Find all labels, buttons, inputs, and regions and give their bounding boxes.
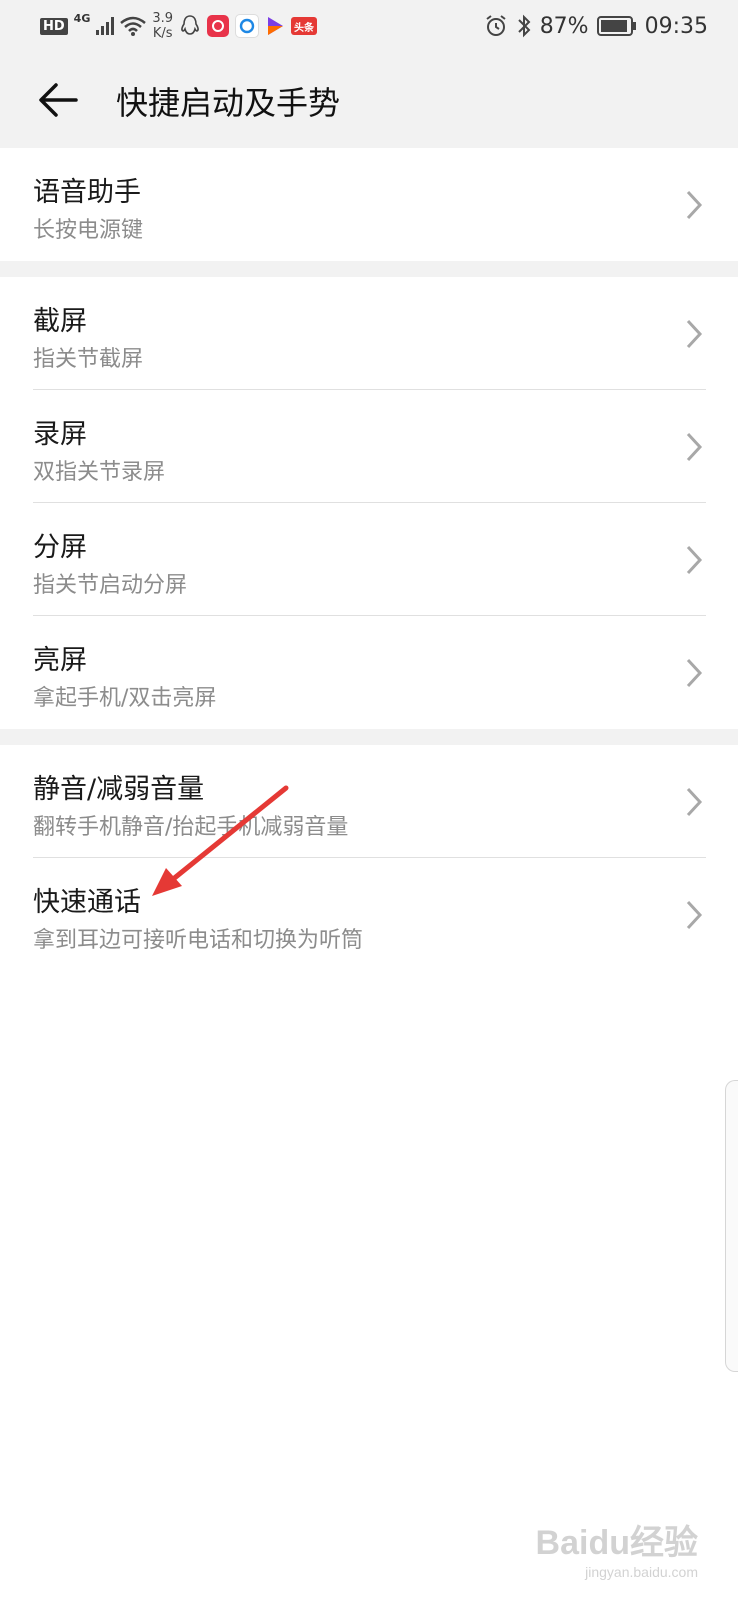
alarm-icon [486,15,506,36]
arrow-left-icon [39,83,78,117]
browser-icon [235,14,260,38]
clock: 09:35 [644,13,708,39]
item-title: 快速通话 [33,887,141,918]
app-header: 快捷启动及手势 [0,52,738,148]
hd-badge: HD [40,17,68,35]
chevron-right-icon [686,658,703,688]
watermark-brand: Baidu经验 [535,1524,698,1562]
item-title: 静音/减弱音量 [33,774,205,805]
setting-item-split-screen[interactable]: 分屏 指关节启动分屏 [0,503,738,616]
speed-unit: K/s [152,26,173,41]
back-button[interactable] [30,72,86,128]
app-icon [207,15,230,37]
setting-item-screenshot[interactable]: 截屏 指关节截屏 [0,277,738,390]
section-gap [0,261,738,277]
network-type: 4G [73,11,91,25]
setting-item-mute-volume[interactable]: 静音/减弱音量 翻转手机静音/抬起手机减弱音量 [0,745,738,858]
item-subtitle: 指关节启动分屏 [33,573,188,598]
chevron-right-icon [686,190,703,220]
settings-section-screen: 截屏 指关节截屏 录屏 双指关节录屏 分屏 指关节启动分屏 亮屏 拿起手机/双击… [0,277,738,729]
speed-value: 3.9 [152,11,174,26]
item-subtitle: 双指关节录屏 [33,460,166,485]
item-subtitle: 翻转手机静音/抬起手机减弱音量 [33,815,349,840]
toutiao-icon: 头条 [291,17,318,35]
item-subtitle: 长按电源键 [33,218,144,243]
settings-section-voice: 语音助手 长按电源键 [0,148,738,261]
page-title: 快捷启动及手势 [116,84,341,122]
section-gap [0,729,738,745]
setting-item-screen-record[interactable]: 录屏 双指关节录屏 [0,390,738,503]
setting-item-wake-screen[interactable]: 亮屏 拿起手机/双击亮屏 [0,616,738,729]
chevron-right-icon [686,545,703,575]
item-title: 语音助手 [33,177,141,208]
status-bar: HD 4G 3.9 K/s 头条 87% 09:35 [0,0,738,52]
battery-icon [596,16,636,36]
wifi-icon [120,16,147,36]
item-subtitle: 指关节截屏 [33,347,144,372]
chevron-right-icon [686,319,703,349]
item-title: 分屏 [33,532,87,563]
setting-item-voice-assistant[interactable]: 语音助手 长按电源键 [0,148,738,261]
status-right: 87% 09:35 [484,0,708,52]
chevron-right-icon [686,432,703,462]
network-speed: 3.9 K/s [152,11,173,41]
signal-icon [96,17,115,35]
watermark-logo: Baidu经验 jingyan.baidu.com [536,1515,698,1580]
item-title: 截屏 [33,306,87,337]
item-title: 亮屏 [33,645,87,676]
item-title: 录屏 [33,419,87,450]
item-subtitle: 拿起手机/双击亮屏 [33,686,217,711]
setting-item-quick-call[interactable]: 快速通话 拿到耳边可接听电话和切换为听筒 [0,858,738,971]
edge-panel-handle[interactable] [725,1080,738,1372]
status-left: HD 4G 3.9 K/s 头条 [40,0,318,52]
video-icon [268,17,284,35]
item-subtitle: 拿到耳边可接听电话和切换为听筒 [33,928,364,953]
qq-icon [181,15,199,35]
battery-percent: 87% [539,13,589,39]
chevron-right-icon [686,900,703,930]
bluetooth-icon [517,14,531,38]
settings-section-call: 静音/减弱音量 翻转手机静音/抬起手机减弱音量 快速通话 拿到耳边可接听电话和切… [0,745,738,971]
watermark-url: jingyan.baidu.com [585,1564,698,1580]
chevron-right-icon [686,787,703,817]
